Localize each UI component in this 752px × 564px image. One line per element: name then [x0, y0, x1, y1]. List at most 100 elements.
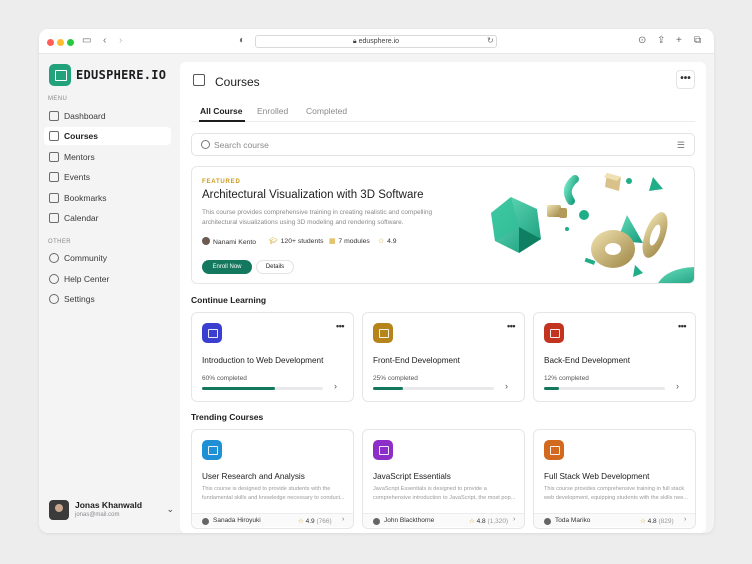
sidebar-item-label: Community	[64, 253, 107, 263]
tab-completed[interactable]: Completed	[306, 106, 347, 116]
chevron-right-icon[interactable]: ›	[342, 516, 344, 523]
chevron-down-icon[interactable]: ⌄	[166, 504, 174, 515]
tabs-overview-icon[interactable]: ⧉	[694, 35, 701, 47]
course-description: JavaScript Essentials is designed to pro…	[373, 486, 516, 501]
other-section-label: OTHER	[48, 239, 71, 245]
trending-card-full-stack[interactable]: Full Stack Web Development This course p…	[533, 429, 696, 529]
featured-label: FEATURED	[202, 179, 241, 185]
sidebar-item-label: Dashboard	[64, 111, 106, 121]
course-description: This course provides comprehensive train…	[544, 486, 688, 501]
progress-bar	[202, 387, 323, 390]
sidebar-item-label: Bookmarks	[64, 193, 107, 203]
bookmarks-icon	[49, 193, 59, 203]
user-name: Jonas Khanwald	[75, 500, 143, 510]
forward-icon[interactable]: ›	[119, 35, 122, 47]
javascript-icon	[373, 440, 393, 460]
card-more-button[interactable]: •••	[678, 321, 686, 331]
card-footer: Toda Mariko ☆ 4.8 (829) ›	[534, 513, 695, 527]
sidebar-item-community[interactable]: Community	[44, 249, 171, 267]
card-more-button[interactable]: •••	[336, 321, 344, 331]
rating-count: (829)	[658, 518, 674, 525]
user-profile[interactable]: Jonas Khanwald jonas@mail.com ⌄	[49, 499, 174, 523]
progress-fill	[544, 387, 559, 390]
gear-icon	[49, 294, 59, 304]
share-icon[interactable]: ⇪	[657, 35, 665, 47]
more-options-button[interactable]: •••	[676, 70, 695, 89]
sidebar-item-label: Mentors	[64, 152, 95, 162]
chevron-right-icon[interactable]: ›	[513, 516, 515, 523]
sidebar-item-help-center[interactable]: Help Center	[44, 270, 171, 288]
search-input[interactable]	[214, 138, 654, 152]
rating-count: (766)	[316, 518, 332, 525]
avatar	[202, 237, 210, 245]
lock-icon: 🔒︎	[352, 38, 357, 45]
avatar	[202, 518, 209, 525]
continue-card-web-dev[interactable]: ••• Introduction to Web Development 60% …	[191, 312, 354, 402]
sidebar-item-label: Courses	[64, 131, 99, 141]
tab-all-course[interactable]: All Course	[200, 106, 243, 116]
sidebar-item-dashboard[interactable]: Dashboard	[44, 107, 171, 125]
minimize-window-button[interactable]	[57, 39, 64, 46]
trending-card-javascript[interactable]: JavaScript Essentials JavaScript Essenti…	[362, 429, 525, 529]
star-icon: ☆	[469, 518, 475, 525]
continue-card-back-end[interactable]: ••• Back-End Development 12% completed ›	[533, 312, 696, 402]
author-name: John Blackthorne	[384, 517, 435, 524]
chevron-right-icon[interactable]: ›	[505, 381, 508, 391]
progress-fill	[373, 387, 404, 390]
trending-card-user-research[interactable]: User Research and Analysis This course i…	[191, 429, 354, 529]
rating-info: ☆ 4.9	[378, 237, 397, 246]
new-tab-icon[interactable]: +	[676, 35, 682, 47]
rating-value: 4.9	[305, 518, 315, 525]
enroll-now-button[interactable]: Enroll Now	[202, 260, 252, 274]
progress-bar	[373, 387, 494, 390]
progress-text: 12% completed	[544, 375, 589, 382]
course-title: Back-End Development	[544, 356, 631, 365]
card-more-button[interactable]: •••	[507, 321, 515, 331]
reload-icon[interactable]: ↻	[487, 35, 494, 47]
3d-shapes-illustration	[491, 173, 694, 283]
close-window-button[interactable]	[47, 39, 54, 46]
chevron-right-icon[interactable]: ›	[684, 516, 686, 523]
search-bar: ☰	[191, 133, 695, 156]
filter-icon[interactable]: ☰	[677, 140, 685, 151]
avatar	[544, 518, 551, 525]
chevron-right-icon[interactable]: ›	[676, 381, 679, 391]
author-name: Toda Mariko	[555, 517, 591, 524]
chevron-right-icon[interactable]: ›	[334, 381, 337, 391]
sidebar-item-courses[interactable]: Courses	[44, 127, 171, 145]
full-stack-icon	[544, 440, 564, 460]
details-button[interactable]: Details	[256, 260, 294, 274]
shield-icon[interactable]: ◐	[239, 35, 245, 47]
sidebar-item-bookmarks[interactable]: Bookmarks	[44, 189, 171, 207]
sidebar-item-label: Help Center	[64, 274, 110, 284]
author-name: Sanada Hiroyuki	[213, 517, 261, 524]
star-icon: ☆	[640, 518, 646, 525]
tab-enrolled[interactable]: Enrolled	[257, 106, 288, 116]
sidebar-item-mentors[interactable]: Mentors	[44, 148, 171, 166]
sidebar-item-label: Events	[64, 172, 90, 182]
app-logo: EDUSPHERE.IO	[76, 68, 167, 82]
sidebar-item-settings[interactable]: Settings	[44, 290, 171, 308]
continue-card-front-end[interactable]: ••• Front-End Development 25% completed …	[362, 312, 525, 402]
modules-count: 7 modules	[338, 238, 370, 245]
featured-course-card: FEATURED Architectural Visualization wit…	[191, 166, 695, 284]
continue-learning-title: Continue Learning	[191, 295, 267, 305]
featured-description: This course provides comprehensive train…	[202, 209, 433, 226]
rating-value: 4.8	[476, 518, 486, 525]
address-bar[interactable]: 🔒︎ edusphere.io	[255, 35, 497, 48]
students-info: 🎓︎ 120+ students	[269, 237, 324, 246]
modules-icon: ▦	[329, 238, 336, 245]
course-title: JavaScript Essentials	[373, 472, 451, 481]
download-icon[interactable]: ⊙	[638, 35, 646, 47]
back-icon[interactable]: ‹	[103, 35, 106, 47]
sidebar-item-calendar[interactable]: Calendar	[44, 209, 171, 227]
sidebar-item-events[interactable]: Events	[44, 168, 171, 186]
avatar	[373, 518, 380, 525]
zoom-window-button[interactable]	[67, 39, 74, 46]
sidebar-toggle-icon[interactable]: ▭	[82, 35, 91, 47]
front-end-icon	[373, 323, 393, 343]
modules-info: ▦ 7 modules	[329, 237, 370, 246]
mentors-icon	[49, 152, 59, 162]
calendar-icon	[49, 213, 59, 223]
rating: ☆ 4.8 (829)	[640, 517, 674, 525]
